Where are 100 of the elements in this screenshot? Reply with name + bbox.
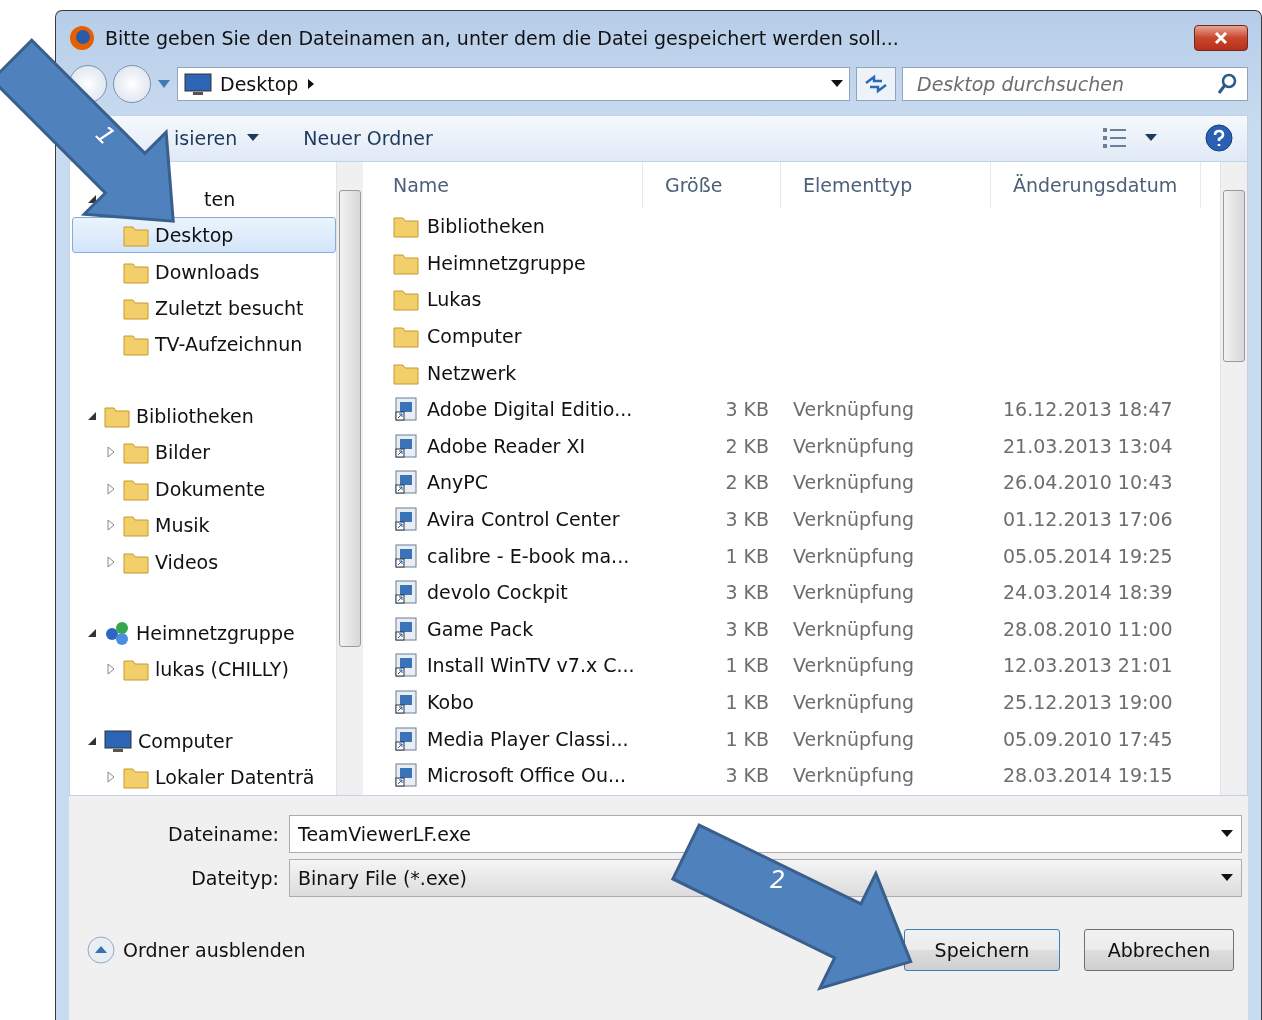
new-folder-button[interactable]: Neuer Ordner (303, 127, 433, 150)
shortcut-icon (393, 615, 419, 642)
sidebar-scrollbar[interactable] (336, 162, 363, 795)
shortcut-icon (393, 432, 419, 459)
collapsed-arrow-icon[interactable] (105, 519, 117, 532)
expanded-arrow-icon[interactable] (86, 735, 98, 748)
file-date: 12.03.2013 21:01 (1002, 654, 1174, 677)
dropdown-icon[interactable] (1221, 874, 1233, 882)
list-scrollbar[interactable] (1220, 162, 1247, 795)
sidebar-item[interactable]: Downloads (72, 253, 336, 290)
monitor-icon (184, 71, 212, 96)
network-icon (104, 620, 130, 647)
file-name[interactable]: Adobe Digital Editio... (371, 396, 643, 423)
file-type: Verknüpfung (792, 434, 915, 457)
folder-icon (123, 513, 149, 538)
search-field[interactable]: Desktop durchsuchen (902, 66, 1248, 101)
collapsed-arrow-icon[interactable] (105, 555, 117, 568)
file-name[interactable]: Netzwerk (371, 360, 643, 385)
file-size: 1 KB (724, 544, 770, 567)
sidebar-item[interactable]: TV-Aufzeichnun (72, 326, 336, 363)
shortcut-icon (393, 762, 419, 789)
sidebar-item[interactable]: Musik (72, 507, 336, 543)
column-header[interactable]: Name (371, 162, 643, 208)
refresh-icon[interactable] (856, 66, 896, 101)
filename-field[interactable]: TeamViewerLF.exe (289, 815, 1242, 853)
address-bar[interactable]: Desktop (177, 66, 850, 101)
file-name[interactable]: Media Player Classi... (371, 725, 643, 752)
file-name[interactable]: Install WinTV v7.x C... (371, 652, 643, 679)
sidebar-group[interactable]: Bibliotheken (136, 405, 254, 428)
file-name[interactable]: Avira Control Center (371, 506, 643, 533)
monitor-icon (104, 729, 132, 754)
sidebar-item[interactable]: Bilder (72, 434, 336, 470)
collapsed-arrow-icon[interactable] (105, 663, 117, 676)
file-name[interactable]: devolo Cockpit (371, 579, 643, 606)
sidebar-group[interactable]: Heimnetzgruppe (136, 622, 295, 645)
file-name[interactable]: Game Pack (371, 615, 643, 642)
column-header[interactable]: Elementtyp (781, 162, 991, 208)
search-icon[interactable] (1217, 72, 1237, 95)
file-name[interactable]: Computer (371, 324, 643, 349)
cancel-button[interactable]: Abbrechen (1084, 929, 1234, 971)
sidebar-item[interactable]: Videos (72, 543, 336, 580)
column-header[interactable]: Änderungsdatum (991, 162, 1201, 208)
sidebar-group[interactable]: ten (204, 188, 236, 211)
save-button[interactable]: Speichern (904, 929, 1060, 971)
file-size: 2 KB (724, 434, 770, 457)
file-date: 26.04.2010 10:43 (1002, 471, 1174, 494)
dropdown-icon[interactable] (1221, 830, 1233, 838)
expanded-arrow-icon[interactable] (86, 627, 98, 640)
shortcut-icon (393, 396, 419, 423)
file-date: 16.12.2013 18:47 (1002, 398, 1174, 421)
file-type: Verknüpfung (792, 691, 915, 713)
expanded-arrow-icon[interactable] (86, 410, 98, 423)
collapsed-arrow-icon[interactable] (105, 771, 117, 784)
sidebar-item[interactable]: Desktop (72, 217, 336, 253)
sidebar-group[interactable]: Computer (138, 730, 233, 753)
close-button[interactable] (1194, 24, 1248, 51)
column-header[interactable]: Größe (643, 162, 781, 208)
sidebar-item[interactable]: Dokumente (72, 470, 336, 507)
shortcut-icon (393, 542, 419, 569)
help-icon[interactable] (1205, 124, 1233, 153)
file-name[interactable]: Kobo (371, 689, 643, 715)
collapse-icon (87, 936, 115, 964)
file-size: 2 KB (724, 471, 770, 494)
window-title: Bitte geben Sie den Dateinamen an, unter dem die Datei gespeichert werden soll... (105, 26, 900, 49)
filetype-label: Dateityp: (190, 867, 280, 889)
dropdown-icon[interactable] (831, 79, 843, 88)
file-name[interactable]: AnyPC (371, 469, 643, 496)
folder-icon (123, 296, 149, 320)
address-location[interactable]: Desktop (220, 72, 299, 95)
sidebar-item[interactable]: Lokaler Datenträ (72, 759, 336, 795)
annotation-number: 2 (770, 866, 786, 894)
folder-icon (123, 657, 149, 682)
sidebar-item[interactable]: lukas (CHILLY) (72, 651, 336, 688)
file-type: Verknüpfung (792, 471, 915, 494)
collapsed-arrow-icon[interactable] (105, 482, 117, 495)
file-type: Verknüpfung (792, 764, 915, 787)
file-size: 3 KB (724, 764, 770, 787)
folder-icon (393, 287, 419, 312)
file-type: Verknüpfung (792, 544, 915, 567)
file-name[interactable]: Microsoft Office Ou... (371, 762, 643, 789)
file-name[interactable]: Lukas (371, 287, 643, 312)
forward-button[interactable] (113, 64, 151, 103)
file-name[interactable]: Adobe Reader XI (371, 432, 643, 459)
hide-folders-button[interactable]: Ordner ausblenden (87, 936, 306, 964)
file-date: 05.05.2014 19:25 (1002, 544, 1174, 567)
folder-icon (123, 440, 149, 465)
folder-icon (123, 332, 149, 357)
sidebar-item[interactable]: Zuletzt besucht (72, 290, 336, 326)
file-date: 28.08.2010 11:00 (1002, 617, 1174, 640)
file-size: 1 KB (724, 727, 770, 750)
collapsed-arrow-icon[interactable] (105, 446, 117, 459)
filename-label: Dateiname: (167, 823, 280, 845)
file-date: 25.12.2013 19:00 (1002, 691, 1174, 713)
organize-menu[interactable]: isieren (174, 127, 260, 150)
file-name[interactable]: Bibliotheken (371, 214, 643, 239)
file-size: 3 KB (724, 398, 770, 421)
file-type: Verknüpfung (792, 727, 915, 750)
shortcut-icon (393, 579, 419, 606)
file-name[interactable]: Heimnetzgruppe (371, 250, 643, 275)
file-name[interactable]: calibre - E-book ma... (371, 542, 643, 569)
